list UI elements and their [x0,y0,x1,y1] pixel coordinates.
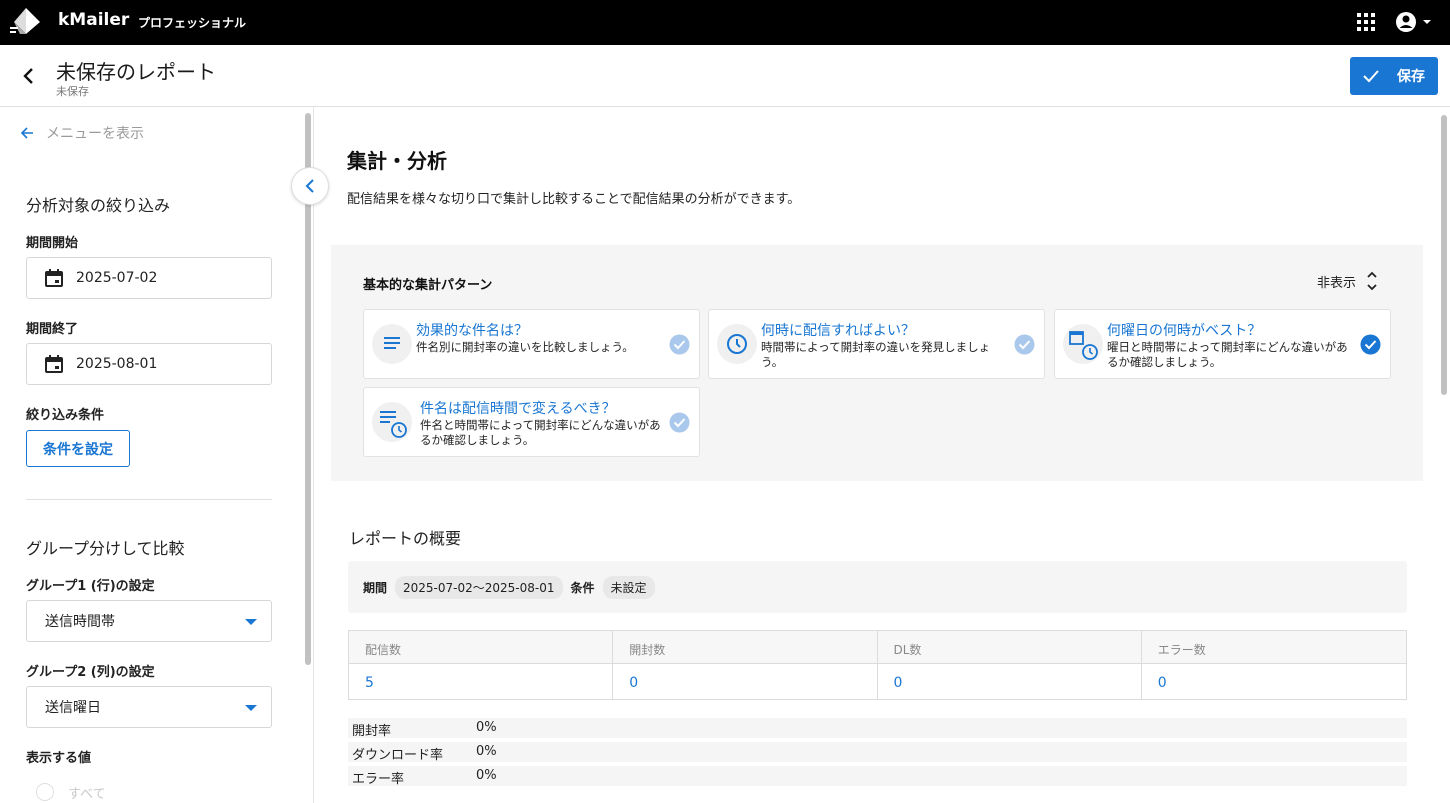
rate-row-open: 開封率 0% [348,718,1407,739]
stat-cell-sent: 配信数 5 [349,631,614,699]
pattern-card-desc: 時間帯によって開封率の違いを発見しましょう。 [761,340,991,369]
analysis-description: 配信結果を様々な切り口で集計し比較することで配信結果の分析ができます。 [347,192,801,207]
rate-row-error: エラー率 0% [348,766,1407,787]
show-menu-link[interactable]: メニューを表示 [20,123,144,143]
pattern-card-weekday-time[interactable]: 何曜日の何時がベスト？ 曜日と時間帯によって開封率にどんな違いがあるか確認しまし… [1054,309,1391,379]
rate-label: 開封率 [352,724,392,739]
show-menu-label: メニューを表示 [46,126,144,142]
group1-label: グループ1 (行)の設定 [26,579,155,594]
display-all-label: すべて [68,787,106,802]
calendar-icon [45,269,63,287]
group1-value: 送信時間帯 [45,614,115,630]
set-condition-button[interactable]: 条件を設定 [26,430,130,467]
main-content: 集計・分析 配信結果を様々な切り口で集計し比較することで配信結果の分析ができます… [315,107,1450,803]
check-circle-icon [1014,334,1035,355]
filter-sidebar: メニューを表示 分析対象の絞り込み 期間開始 2025-07-02 期間終了 2… [0,107,314,803]
period-start-field[interactable]: 2025-07-02 [26,257,272,299]
arrow-left-icon [20,127,33,139]
main-scrollbar[interactable] [1441,115,1447,395]
condition-chip: 未設定 [602,575,655,599]
condition-key: 条件 [570,580,595,595]
group2-label: グループ2 (列)の設定 [26,665,155,680]
account-icon[interactable] [1395,10,1435,34]
clock-icon [717,324,757,364]
analysis-title: 集計・分析 [347,149,447,173]
back-arrow-icon[interactable] [20,67,38,85]
rate-value: 0% [476,720,497,735]
pattern-card-title: 何時に配信すればよい？ [761,323,915,339]
period-end-value: 2025-08-01 [76,356,158,372]
pattern-card-title: 効果的な件名は？ [416,323,528,339]
page-title: 未保存のレポート [56,60,216,84]
page-subtitle: 未保存 [56,85,89,98]
display-value-label: 表示する値 [26,751,92,766]
stats-table: 配信数 5 開封数 0 DL数 0 エラー数 0 [348,630,1407,700]
check-circle-icon [669,412,690,433]
stat-cell-opened: 開封数 0 [613,631,878,699]
period-start-value: 2025-07-02 [76,270,158,286]
list-icon [372,324,412,364]
pattern-card-desc: 件名別に開封率の違いを比較しましょう。 [416,340,634,354]
stat-value-link[interactable]: 0 [629,675,638,691]
brand-name: kMailer [58,10,130,30]
rate-value: 0% [476,744,497,759]
check-circle-icon [669,334,690,355]
pattern-card-title: 件名は配信時間で変えるべき？ [420,401,616,417]
pattern-panel: 基本的な集計パターン 非表示 効果的な件名は？ 件名別に開封率の違いを比較しまし… [331,245,1423,481]
group2-value: 送信曜日 [45,700,101,716]
period-end-field[interactable]: 2025-08-01 [26,343,272,385]
overview-title: レポートの概要 [349,529,462,548]
apps-grid-icon[interactable] [1357,13,1375,31]
save-button-label: 保存 [1397,68,1425,84]
calendar-clock-icon [1063,324,1103,364]
display-all-radio[interactable] [36,783,54,801]
rate-label: ダウンロード率 [352,748,444,763]
rate-value: 0% [476,768,497,783]
pattern-card-title: 何曜日の何時がベスト？ [1107,323,1262,339]
stat-header: DL数 [877,631,1141,664]
period-start-label: 期間開始 [26,236,79,251]
period-key: 期間 [363,580,388,595]
period-end-label: 期間終了 [26,322,79,337]
group2-select[interactable]: 送信曜日 [26,686,272,728]
report-header: 未保存のレポート 未保存 保存 [0,45,1450,107]
group-heading: グループ分けして比較 [26,539,185,558]
pattern-card-subject-time[interactable]: 件名は配信時間で変えるべき？ 件名と時間帯によって開封率にどんな違いがあるか確認… [363,387,700,457]
calendar-icon [45,355,63,373]
hide-patterns-toggle[interactable]: 非表示 [1317,271,1378,291]
sidebar-divider [26,499,272,500]
edition-label: プロフェッショナル [138,16,247,30]
stat-value-link[interactable]: 0 [1158,675,1167,691]
pattern-card-desc: 件名と時間帯によって開封率にどんな違いがあるか確認しましょう。 [420,418,661,447]
rate-label: エラー率 [352,772,405,787]
stat-header: 配信数 [349,631,613,664]
period-chip: 2025-07-02〜2025-08-01 [395,575,563,599]
pattern-card-time[interactable]: 何時に配信すればよい？ 時間帯によって開封率の違いを発見しましょう。 [708,309,1045,379]
pattern-card-desc: 曜日と時間帯によって開封率にどんな違いがあるか確認しましょう。 [1107,340,1348,369]
save-button[interactable]: 保存 [1350,57,1438,95]
stat-header: 開封数 [613,631,877,664]
pattern-title: 基本的な集計パターン [363,278,493,293]
pattern-card-subject[interactable]: 効果的な件名は？ 件名別に開封率の違いを比較しましょう。 [363,309,700,379]
condition-label: 絞り込み条件 [26,408,105,423]
stat-cell-errors: エラー数 0 [1141,631,1406,699]
stat-header: エラー数 [1141,631,1406,664]
rate-row-download: ダウンロード率 0% [348,742,1407,763]
check-circle-icon [1360,334,1381,355]
stat-value-link[interactable]: 0 [894,675,903,691]
filter-heading: 分析対象の絞り込み [26,196,171,215]
stat-value-link[interactable]: 5 [365,675,374,691]
dropdown-arrow-icon [245,619,257,625]
overview-summary: 期間 2025-07-02〜2025-08-01 条件 未設定 [348,561,1407,613]
top-bar: kMailer プロフェッショナル [0,0,1450,45]
unfold-less-icon [1367,271,1377,291]
kmailer-logo-icon[interactable] [10,7,42,35]
group1-select[interactable]: 送信時間帯 [26,600,272,642]
stat-cell-downloads: DL数 0 [877,631,1142,699]
dropdown-arrow-icon [245,705,257,711]
hide-toggle-label: 非表示 [1317,275,1357,291]
list-clock-icon [372,402,412,442]
check-icon [1363,70,1379,83]
